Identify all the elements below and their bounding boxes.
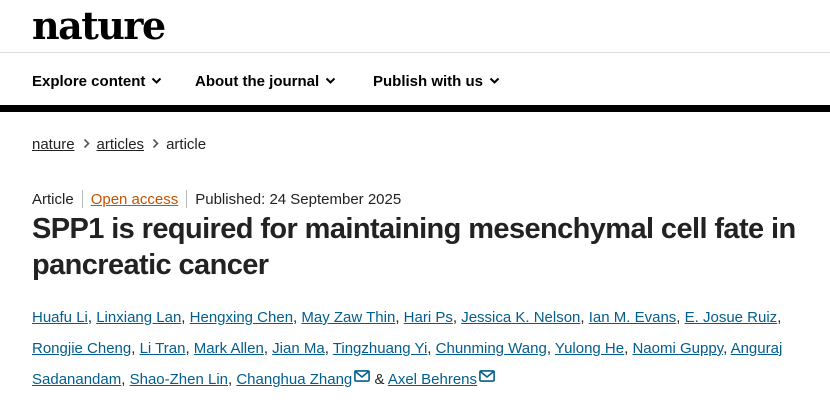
author-separator: , [121, 371, 126, 388]
author-link[interactable]: Ian M. Evans [589, 309, 677, 326]
author-separator: , [87, 309, 93, 326]
nav-explore-content-label: Explore content [32, 73, 146, 90]
author-separator: , [185, 340, 190, 357]
main-navigation: Explore content About the journal Publis… [0, 52, 830, 106]
nav-explore-content[interactable]: Explore content [32, 73, 162, 91]
author-separator: , [723, 340, 728, 357]
author-separator: , [131, 340, 136, 357]
mail-icon[interactable] [354, 362, 371, 393]
author-separator: , [452, 309, 458, 326]
author-separator: , [324, 340, 329, 357]
author-link[interactable]: Hari Ps [404, 309, 453, 326]
chevron-down-icon [152, 77, 162, 84]
author-list: Huafu Li, Linxiang Lan, Hengxing Chen, M… [32, 302, 792, 395]
author-link[interactable]: Shao-Zhen Lin [130, 371, 228, 388]
article-meta: Article Open access Published: 24 Septembe… [32, 189, 402, 209]
author-separator: , [395, 309, 400, 326]
author-link[interactable]: Li Tran [140, 340, 186, 357]
chevron-down-icon [325, 77, 336, 84]
published-date: Published: 24 September 2025 [195, 191, 402, 208]
chevron-right-icon [152, 138, 159, 149]
author-link[interactable]: Yulong He [555, 340, 624, 357]
author-separator: , [580, 309, 585, 326]
nav-about-journal[interactable]: About the journal [195, 73, 336, 91]
nav-publish-with-us[interactable]: Publish with us [373, 73, 500, 91]
meta-divider [186, 189, 188, 208]
author-link[interactable]: Linxiang Lan [96, 309, 181, 326]
author-separator: , [181, 309, 186, 326]
nav-publish-with-us-label: Publish with us [373, 73, 484, 90]
site-header: nature [0, 0, 830, 52]
author-link[interactable]: May Zaw Thin [301, 309, 395, 326]
author-separator: , [263, 340, 268, 357]
author-separator: , [427, 340, 432, 357]
breadcrumb-link-articles[interactable]: articles [97, 136, 145, 153]
nav-divider [0, 105, 830, 112]
author-link[interactable]: Hengxing Chen [190, 309, 293, 326]
author-link[interactable]: Naomi Guppy [632, 340, 723, 357]
author-separator: , [676, 309, 681, 326]
author-separator: , [624, 340, 629, 357]
author-separator: , [228, 371, 233, 388]
author-link[interactable]: Rongjie Cheng [32, 340, 131, 357]
nature-logo[interactable]: nature [32, 2, 166, 50]
article-type: Article [32, 191, 74, 208]
article-title: SPP1 is required for maintaining mesench… [32, 213, 796, 281]
open-access-link[interactable]: Open access [91, 191, 179, 208]
author-link[interactable]: Huafu Li [32, 309, 88, 326]
author-link[interactable]: E. Josue Ruiz [685, 309, 778, 326]
chevron-right-icon [83, 138, 90, 149]
author-link[interactable]: Tingzhuang Yi [333, 340, 428, 357]
author-link[interactable]: Axel Behrens [388, 371, 477, 388]
nav-about-journal-label: About the journal [195, 73, 320, 90]
author-link[interactable]: Jian Ma [272, 340, 325, 357]
author-link[interactable]: Chunming Wang [436, 340, 547, 357]
author-separator: , [777, 309, 782, 326]
breadcrumb-current: article [166, 136, 207, 153]
breadcrumb: nature articles article [32, 136, 206, 154]
author-separator: , [293, 309, 298, 326]
author-separator: , [546, 340, 551, 357]
author-and: & [374, 371, 385, 388]
author-link[interactable]: Mark Allen [194, 340, 264, 357]
breadcrumb-link-nature[interactable]: nature [32, 136, 75, 153]
author-link[interactable]: Jessica K. Nelson [461, 309, 580, 326]
author-link[interactable]: Changhua Zhang [236, 371, 352, 388]
chevron-down-icon [489, 77, 500, 84]
meta-divider [81, 189, 83, 208]
mail-icon[interactable] [479, 362, 495, 393]
